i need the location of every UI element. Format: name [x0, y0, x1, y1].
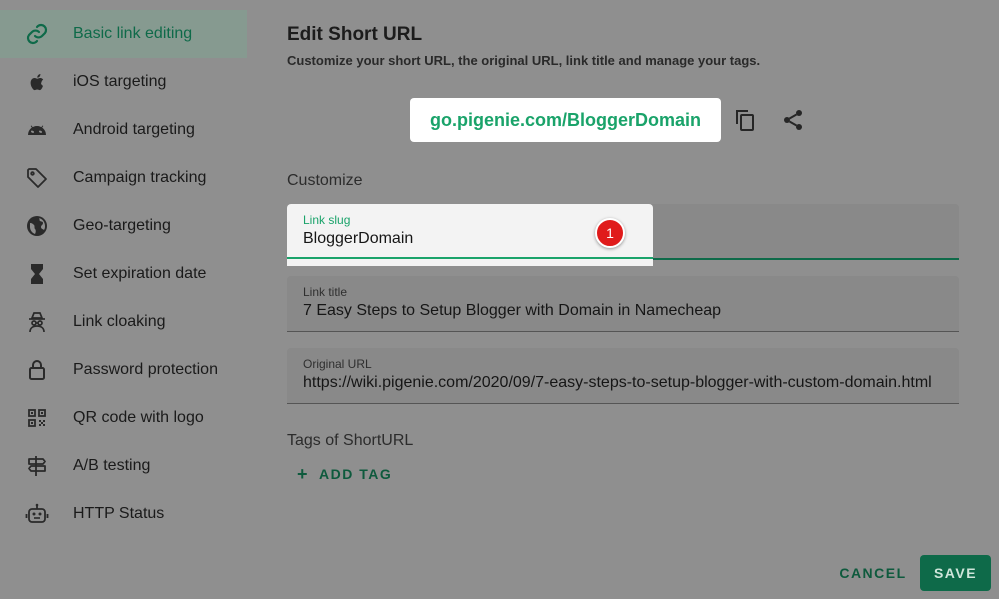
sidebar-item-label: A/B testing	[73, 457, 151, 474]
sidebar-item-geo-targeting[interactable]: Geo-targeting	[0, 202, 247, 250]
link-title-label: Link title	[303, 285, 348, 299]
robot-icon	[24, 502, 50, 526]
link-icon	[24, 22, 50, 46]
sidebar-item-http-status[interactable]: HTTP Status	[0, 490, 247, 538]
sidebar: Basic link editing iOS targeting Android…	[0, 0, 247, 599]
sidebar-item-android-targeting[interactable]: Android targeting	[0, 106, 247, 154]
lock-icon	[24, 358, 50, 382]
add-tag-button[interactable]: + ADD TAG	[297, 464, 392, 484]
add-tag-label: ADD TAG	[319, 466, 393, 482]
link-title-field[interactable]: Link title 7 Easy Steps to Setup Blogger…	[287, 276, 959, 332]
share-icon[interactable]	[781, 108, 805, 132]
sidebar-item-basic-link-editing[interactable]: Basic link editing	[0, 10, 247, 58]
signpost-icon	[24, 454, 50, 478]
spy-icon	[24, 310, 50, 334]
sidebar-item-label: Geo-targeting	[73, 217, 171, 234]
hourglass-icon	[24, 262, 50, 286]
sidebar-item-label: Campaign tracking	[73, 169, 207, 186]
sidebar-item-label: Password protection	[73, 361, 218, 378]
tag-icon	[24, 166, 50, 190]
sidebar-item-set-expiration-date[interactable]: Set expiration date	[0, 250, 247, 298]
short-url-display[interactable]: go.pigenie.com/BloggerDomain	[410, 98, 721, 142]
page-subtitle: Customize your short URL, the original U…	[287, 53, 761, 68]
android-icon	[24, 118, 50, 142]
tags-section-label: Tags of ShortURL	[287, 432, 414, 449]
cancel-button[interactable]: CANCEL	[835, 556, 911, 590]
edit-short-url-panel: Edit Short URL Customize your short URL,…	[287, 0, 999, 599]
qr-code-icon	[24, 406, 50, 430]
link-slug-label: Link slug	[303, 213, 351, 227]
link-title-input[interactable]: 7 Easy Steps to Setup Blogger with Domai…	[303, 302, 943, 320]
sidebar-item-label: Basic link editing	[73, 25, 193, 42]
save-button[interactable]: SAVE	[920, 555, 991, 591]
copy-icon[interactable]	[733, 108, 757, 132]
sidebar-item-campaign-tracking[interactable]: Campaign tracking	[0, 154, 247, 202]
sidebar-item-ios-targeting[interactable]: iOS targeting	[0, 58, 247, 106]
sidebar-item-link-cloaking[interactable]: Link cloaking	[0, 298, 247, 346]
sidebar-item-qr-code[interactable]: QR code with logo	[0, 394, 247, 442]
step-badge: 1	[595, 218, 625, 248]
apple-icon	[24, 70, 50, 94]
original-url-field[interactable]: Original URL https://wiki.pigenie.com/20…	[287, 348, 959, 404]
original-url-label: Original URL	[303, 357, 372, 371]
link-slug-input[interactable]: BloggerDomain	[303, 230, 413, 248]
link-slug-field[interactable]: Link slug BloggerDomain 1	[287, 204, 653, 266]
original-url-input[interactable]: https://wiki.pigenie.com/2020/09/7-easy-…	[303, 374, 943, 392]
page-title: Edit Short URL	[287, 24, 423, 45]
customize-section-label: Customize	[287, 172, 363, 189]
sidebar-item-password-protection[interactable]: Password protection	[0, 346, 247, 394]
sidebar-item-label: iOS targeting	[73, 73, 167, 90]
sidebar-item-label: Set expiration date	[73, 265, 207, 282]
sidebar-item-ab-testing[interactable]: A/B testing	[0, 442, 247, 490]
sidebar-item-label: QR code with logo	[73, 409, 204, 426]
focus-underline	[287, 257, 653, 259]
plus-icon: +	[297, 463, 310, 484]
globe-icon	[24, 214, 50, 238]
sidebar-item-label: Link cloaking	[73, 313, 166, 330]
sidebar-item-label: HTTP Status	[73, 505, 165, 522]
sidebar-item-label: Android targeting	[73, 121, 195, 138]
